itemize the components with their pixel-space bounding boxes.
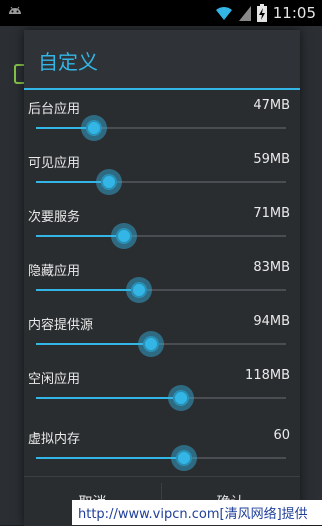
slider-row-empty-apps: 空闲应用 118MB bbox=[24, 360, 300, 414]
slider-fill bbox=[36, 457, 184, 459]
slider-track[interactable] bbox=[36, 385, 286, 411]
slider-row-secondary-services: 次要服务 71MB bbox=[24, 198, 300, 252]
slider-value: 59MB bbox=[253, 152, 290, 167]
slider-row-visible-apps: 可见应用 59MB bbox=[24, 144, 300, 198]
slider-thumb[interactable] bbox=[110, 223, 137, 249]
wifi-icon bbox=[215, 6, 232, 20]
slider-fill bbox=[36, 289, 139, 291]
signal-icon bbox=[238, 6, 251, 21]
dialog-header: 自定义 bbox=[24, 30, 300, 88]
clock: 11:05 bbox=[272, 4, 316, 22]
slider-label: 隐藏应用 bbox=[28, 264, 81, 279]
custom-dialog: 自定义 后台应用 47MB 可见应用 59MB 次要服务 71MB 隐藏应用 8… bbox=[24, 30, 300, 526]
slider-track[interactable] bbox=[36, 445, 286, 471]
slider-value: 71MB bbox=[253, 206, 290, 221]
slider-thumb[interactable] bbox=[125, 277, 152, 303]
slider-label: 次要服务 bbox=[28, 210, 81, 225]
slider-thumb[interactable] bbox=[80, 115, 107, 141]
slider-thumb[interactable] bbox=[170, 445, 197, 471]
slider-track[interactable] bbox=[36, 277, 286, 303]
slider-label: 虚拟内存 bbox=[28, 432, 81, 447]
android-icon bbox=[9, 6, 21, 14]
slider-track[interactable] bbox=[36, 223, 286, 249]
slider-label: 可见应用 bbox=[28, 156, 81, 171]
slider-row-hidden-apps: 隐藏应用 83MB bbox=[24, 252, 300, 306]
slider-fill bbox=[36, 397, 181, 399]
slider-value: 94MB bbox=[253, 314, 290, 329]
slider-row-background-apps: 后台应用 47MB bbox=[24, 90, 300, 144]
slider-track[interactable] bbox=[36, 331, 286, 357]
slider-label: 后台应用 bbox=[28, 102, 81, 117]
status-bar: 11:05 bbox=[0, 0, 322, 26]
slider-value: 83MB bbox=[253, 260, 290, 275]
dialog-title: 自定义 bbox=[38, 50, 98, 74]
slider-row-virtual-memory: 虚拟内存 60 bbox=[24, 420, 300, 474]
slider-thumb[interactable] bbox=[95, 169, 122, 195]
slider-track[interactable] bbox=[36, 169, 286, 195]
slider-track[interactable] bbox=[36, 115, 286, 141]
slider-fill bbox=[36, 343, 151, 345]
watermark: http://www.vipcn.com[清风网络]提供 bbox=[72, 500, 322, 525]
slider-row-content-providers: 内容提供源 94MB bbox=[24, 306, 300, 360]
slider-value: 60 bbox=[273, 428, 290, 443]
battery-icon bbox=[256, 4, 267, 22]
slider-thumb[interactable] bbox=[168, 385, 194, 411]
slider-label: 空闲应用 bbox=[28, 372, 81, 387]
slider-value: 47MB bbox=[253, 98, 290, 113]
slider-label: 内容提供源 bbox=[28, 318, 94, 333]
slider-value: 118MB bbox=[245, 368, 290, 383]
slider-thumb[interactable] bbox=[138, 331, 164, 357]
